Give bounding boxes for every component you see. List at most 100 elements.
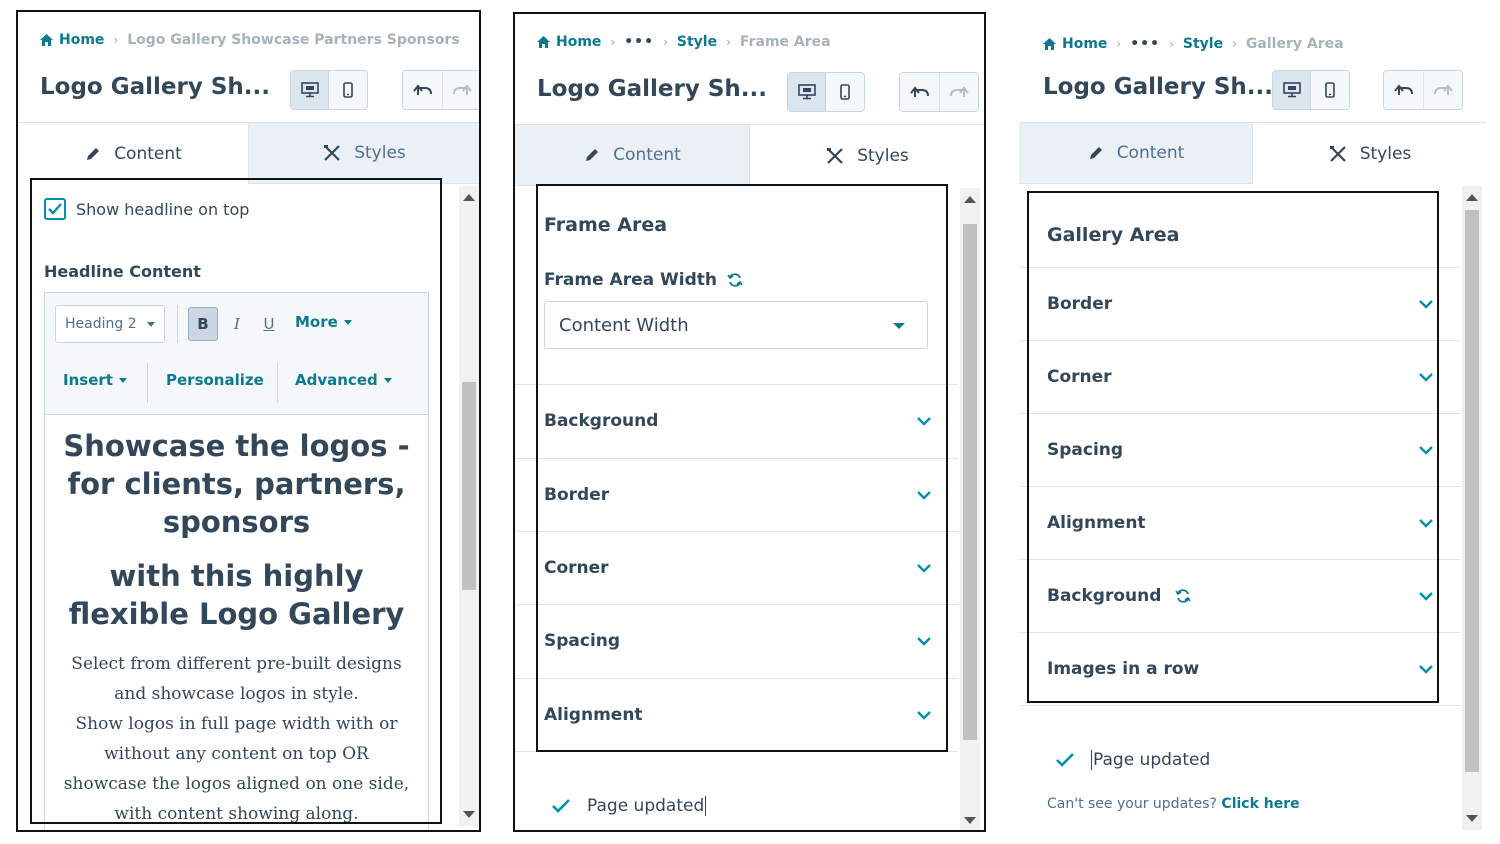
scroll-thumb[interactable]: [1465, 210, 1479, 772]
breadcrumb-style[interactable]: Style: [677, 34, 717, 50]
desktop-icon: [300, 82, 319, 98]
mobile-view-button[interactable]: [1311, 71, 1349, 109]
scroll-thumb[interactable]: [462, 382, 476, 590]
breadcrumb-ellipsis[interactable]: •••: [624, 34, 654, 50]
tab-styles[interactable]: Styles: [1253, 123, 1486, 184]
chevron-right-icon: ›: [726, 35, 731, 49]
scrollbar[interactable]: [1462, 186, 1482, 830]
breadcrumb-home[interactable]: Home: [1043, 36, 1107, 52]
desktop-view-button[interactable]: [788, 73, 826, 111]
scrollbar[interactable]: [960, 188, 980, 830]
tab-styles-label: Styles: [1359, 143, 1412, 164]
frame-area-styles-panel: Home › ••• › Style › Frame Area Logo Gal…: [513, 12, 986, 832]
click-here-link[interactable]: Click here: [1221, 796, 1299, 812]
text-cursor: [1091, 750, 1092, 770]
undo-button[interactable]: [403, 71, 442, 109]
mobile-view-button[interactable]: [826, 73, 864, 111]
title-bar: Logo Gallery Sh...: [40, 70, 479, 114]
breadcrumb-style[interactable]: Style: [1183, 36, 1223, 52]
history-controls: [899, 72, 979, 112]
undo-button[interactable]: [900, 73, 939, 111]
tab-styles-label: Styles: [857, 145, 909, 166]
chevron-right-icon: ›: [113, 33, 119, 47]
chevron-right-icon: ›: [610, 35, 616, 49]
redo-button[interactable]: [939, 73, 978, 111]
breadcrumb-current: Logo Gallery Showcase Partners Sponsors: [127, 32, 460, 48]
pencil-icon: [586, 149, 599, 161]
chevron-right-icon: ›: [1232, 37, 1237, 51]
scroll-up-arrow[interactable]: [964, 196, 976, 203]
breadcrumb-home[interactable]: Home: [537, 34, 601, 50]
mobile-icon: [840, 84, 850, 100]
highlight-box: [1027, 191, 1439, 703]
tab-content-label: Content: [114, 143, 182, 164]
save-status: Page updated: [1055, 750, 1210, 770]
breadcrumb-home-label: Home: [1062, 36, 1108, 52]
pencil-icon: [1089, 147, 1102, 159]
redo-icon: [1434, 84, 1453, 95]
history-controls: [1383, 70, 1463, 110]
tab-styles-label: Styles: [354, 143, 406, 163]
scroll-down-arrow[interactable]: [463, 811, 475, 818]
tab-content-label: Content: [1116, 143, 1185, 163]
breadcrumb: Home › ••• › Style › Gallery Area: [1043, 36, 1344, 52]
pencil-icon: [87, 147, 100, 160]
breadcrumb-home[interactable]: Home: [40, 32, 104, 48]
mobile-icon: [1325, 82, 1335, 98]
breadcrumb-ellipsis[interactable]: •••: [1130, 36, 1160, 52]
home-icon: [1043, 38, 1056, 50]
gallery-area-styles-panel: Home › ••• › Style › Gallery Area Logo G…: [1019, 14, 1486, 830]
page-title: Logo Gallery Sh...: [40, 74, 270, 100]
tab-content[interactable]: Content: [18, 123, 248, 184]
device-toggle: [290, 70, 368, 110]
page-title: Logo Gallery Sh...: [537, 76, 767, 102]
highlight-box: [30, 178, 442, 824]
editor-tabs: Content Styles: [1019, 122, 1486, 184]
scroll-down-arrow[interactable]: [964, 817, 976, 824]
desktop-icon: [1282, 82, 1301, 98]
desktop-view-button[interactable]: [1273, 71, 1311, 109]
breadcrumb-home-label: Home: [59, 32, 105, 48]
breadcrumb: Home › ••• › Style › Frame Area: [537, 34, 831, 50]
title-bar: Logo Gallery Sh...: [537, 72, 979, 116]
redo-button[interactable]: [442, 71, 479, 109]
styles-icon: [324, 145, 340, 161]
editor-tabs: Content Styles: [515, 124, 984, 186]
tab-content-label: Content: [613, 145, 681, 165]
save-status-text: Page updated: [587, 796, 705, 816]
styles-icon: [827, 147, 843, 164]
undo-icon: [909, 86, 929, 97]
device-toggle: [787, 72, 865, 112]
tab-content[interactable]: Content: [515, 125, 750, 186]
tab-styles[interactable]: Styles: [750, 125, 984, 186]
redo-button[interactable]: [1423, 71, 1462, 109]
scroll-up-arrow[interactable]: [463, 194, 475, 201]
scrollbar[interactable]: [459, 186, 479, 826]
scroll-thumb[interactable]: [963, 224, 977, 740]
history-controls: [402, 70, 479, 110]
undo-button[interactable]: [1384, 71, 1423, 109]
undo-icon: [1393, 84, 1413, 95]
text-cursor: [705, 796, 707, 816]
device-toggle: [1272, 70, 1350, 110]
mobile-view-button[interactable]: [329, 71, 367, 109]
styles-icon: [1329, 145, 1346, 162]
chevron-right-icon: ›: [1116, 37, 1122, 51]
editor-tabs: Content Styles: [18, 122, 479, 184]
tab-content[interactable]: Content: [1019, 123, 1253, 184]
scroll-down-arrow[interactable]: [1466, 815, 1478, 822]
chevron-right-icon: ›: [663, 35, 668, 49]
redo-icon: [453, 84, 472, 95]
refresh-hint-text: Can't see your updates?: [1047, 796, 1217, 812]
check-icon: [1056, 753, 1074, 767]
scroll-up-arrow[interactable]: [1466, 194, 1478, 201]
tab-styles[interactable]: Styles: [248, 123, 479, 184]
desktop-view-button[interactable]: [291, 71, 329, 109]
mobile-icon: [343, 82, 353, 98]
content-editor-panel: Home › Logo Gallery Showcase Partners Sp…: [16, 10, 481, 832]
redo-icon: [950, 86, 969, 97]
save-status: Page updated: [551, 796, 707, 816]
highlight-box: [536, 184, 948, 752]
home-icon: [537, 36, 550, 48]
refresh-hint: Can't see your updates? Click here: [1047, 796, 1300, 812]
